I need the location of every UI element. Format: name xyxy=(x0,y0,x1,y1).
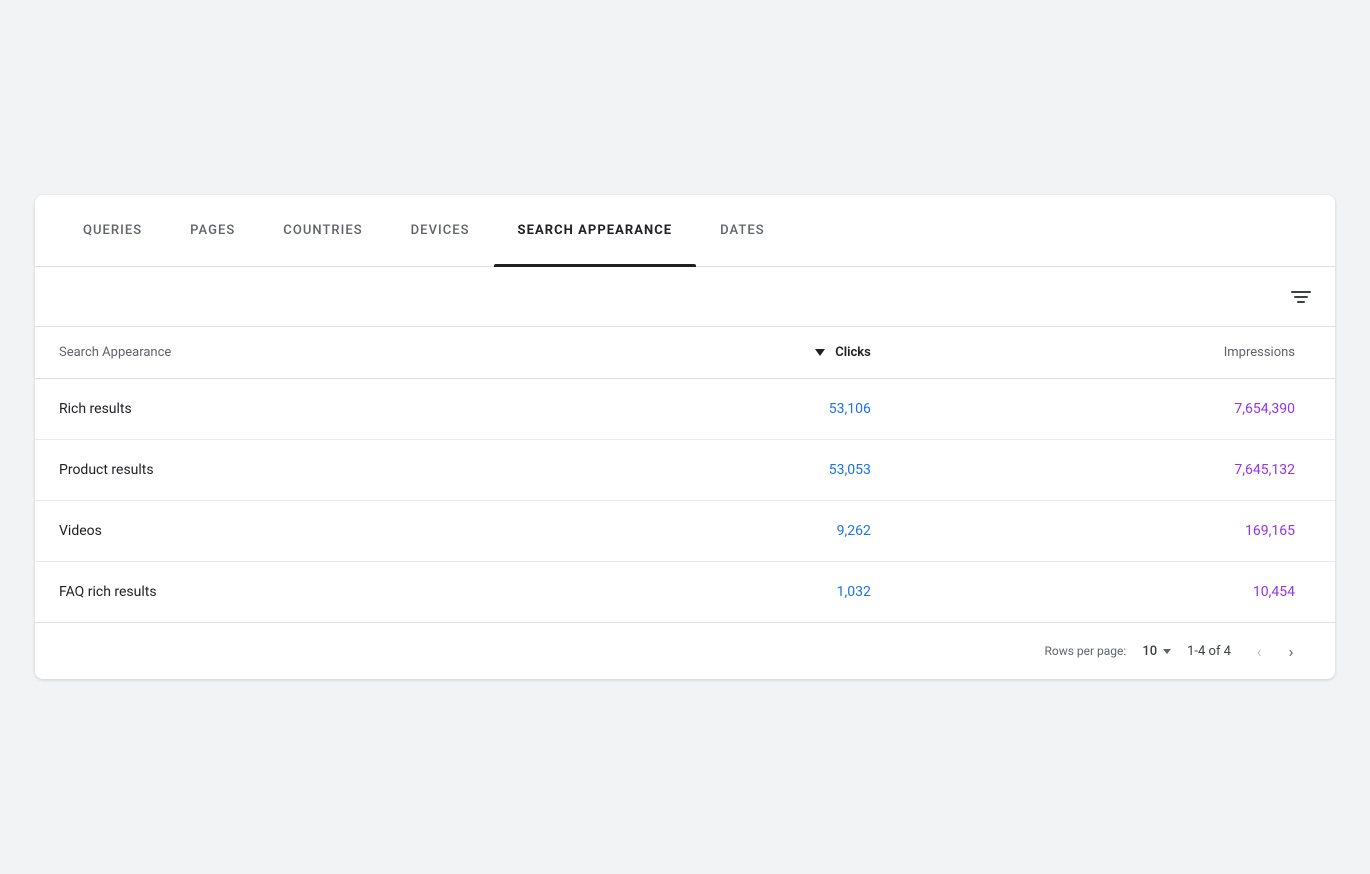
pagination-bar: Rows per page: 10 1-4 of 4 ‹ › xyxy=(35,622,1335,679)
row-name: Videos xyxy=(35,501,514,562)
row-impressions: 7,654,390 xyxy=(931,379,1335,440)
row-impressions: 10,454 xyxy=(931,562,1335,623)
table-row: FAQ rich results 1,032 10,454 xyxy=(35,562,1335,623)
next-page-button[interactable]: › xyxy=(1279,639,1303,663)
tab-dates[interactable]: DATES xyxy=(696,195,789,267)
prev-page-button[interactable]: ‹ xyxy=(1247,639,1271,663)
rows-per-page-label: Rows per page: xyxy=(1044,644,1126,658)
main-card: QUERIES PAGES COUNTRIES DEVICES SEARCH A… xyxy=(35,195,1335,679)
table-body: Rich results 53,106 xyxy=(35,379,1335,623)
row-impressions: 169,165 xyxy=(931,501,1335,562)
rows-dropdown-arrow-icon xyxy=(1163,649,1171,654)
col-header-impressions[interactable]: Impressions xyxy=(931,327,1335,379)
table-row: Videos 9,262 169,165 xyxy=(35,501,1335,562)
sort-arrow-icon xyxy=(815,349,825,356)
tab-queries[interactable]: QUERIES xyxy=(59,195,166,267)
pagination-range: 1-4 of 4 xyxy=(1187,644,1231,659)
row-name: Rich results xyxy=(35,379,514,440)
row-clicks: 1,032 xyxy=(514,562,931,623)
row-name: FAQ rich results xyxy=(35,562,514,623)
tab-search-appearance[interactable]: SEARCH APPEARANCE xyxy=(494,195,697,267)
row-clicks: 53,053 xyxy=(514,440,931,501)
pagination-nav: ‹ › xyxy=(1247,639,1303,663)
row-clicks: 9,262 xyxy=(514,501,931,562)
row-name: Product results xyxy=(35,440,514,501)
data-table: Search Appearance Clicks Impressions Ric… xyxy=(35,327,1335,622)
table-row: Product results 53,053 7,645,132 xyxy=(35,440,1335,501)
table-row: Rich results 53,106 xyxy=(35,379,1335,440)
table-header: Search Appearance Clicks Impressions xyxy=(35,327,1335,379)
tab-bar: QUERIES PAGES COUNTRIES DEVICES SEARCH A… xyxy=(35,195,1335,267)
tab-pages[interactable]: PAGES xyxy=(166,195,259,267)
col-header-clicks[interactable]: Clicks xyxy=(514,327,931,379)
col-header-appearance: Search Appearance xyxy=(35,327,514,379)
tab-devices[interactable]: DEVICES xyxy=(387,195,494,267)
filter-bar xyxy=(35,267,1335,327)
rows-per-page-select[interactable]: 10 xyxy=(1142,644,1171,659)
row-clicks: 53,106 xyxy=(514,379,931,440)
tab-countries[interactable]: COUNTRIES xyxy=(259,195,386,267)
rows-per-page-value: 10 xyxy=(1142,644,1157,659)
filter-icon[interactable] xyxy=(1291,291,1311,303)
row-impressions: 7,645,132 xyxy=(931,440,1335,501)
